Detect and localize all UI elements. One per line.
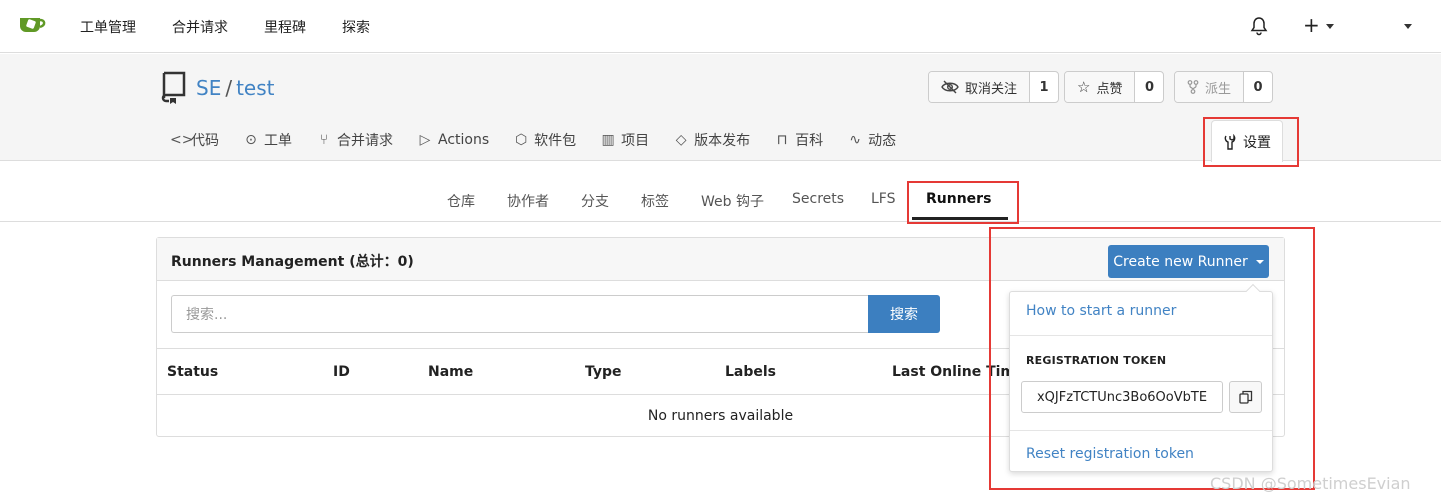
fork-icon (1187, 80, 1199, 94)
actions-icon: ▷ (419, 132, 431, 148)
project-icon: ▥ (601, 132, 615, 148)
issue-icon: ⊙ (245, 132, 257, 148)
unwatch-button-group: 取消关注 1 (928, 71, 1060, 103)
tab-label: 项目 (621, 133, 650, 149)
tab-packages[interactable]: ⬡ 软件包 (513, 130, 576, 150)
tab-label: Actions (438, 132, 490, 148)
col-id[interactable]: ID (333, 364, 350, 380)
star-label: 点赞 (1096, 81, 1123, 97)
star-button[interactable]: ☆ 点赞 (1065, 72, 1136, 102)
dropdown-highlight-box (989, 227, 1315, 490)
tab-label: 百科 (795, 133, 824, 149)
repo-tabs: <> 代码 ⊙ 工单 ⑂ 合并请求 ▷ Actions ⬡ 软件包 ▥ 项目 ◇ 版本发布 ⊓… (170, 130, 920, 150)
pulse-icon: ∿ (849, 132, 861, 148)
tab-label: 合并请求 (337, 133, 393, 149)
top-navbar: 工单管理 合并请求 里程碑 探索 + (0, 0, 1441, 53)
runners-highlight-box (907, 181, 1019, 224)
repo-title: SE / test (196, 76, 275, 100)
search-button[interactable]: 搜索 (868, 295, 940, 333)
notification-bell-icon[interactable] (1250, 16, 1268, 36)
repo-name-link[interactable]: test (236, 76, 274, 100)
tab-wiki[interactable]: ⊓ 百科 (774, 130, 823, 150)
search-input[interactable]: 搜索... (171, 295, 869, 333)
tab-label: 工单 (264, 133, 292, 149)
create-plus-icon[interactable]: + (1303, 13, 1320, 37)
col-status[interactable]: Status (167, 364, 218, 380)
subtab-collaborators[interactable]: 协作者 (507, 191, 549, 211)
book-icon: ⊓ (776, 132, 788, 148)
star-icon: ☆ (1077, 78, 1091, 96)
pull-request-icon: ⑂ (319, 132, 329, 148)
tab-label: 动态 (868, 133, 897, 149)
eye-slash-icon (941, 80, 959, 94)
tab-label: 版本发布 (694, 133, 751, 149)
watermark: CSDN @SometimesEvian (1210, 474, 1411, 493)
fork-button[interactable]: 派生 (1175, 72, 1245, 102)
fork-count[interactable]: 0 (1244, 72, 1272, 102)
tab-label: 软件包 (534, 133, 577, 149)
tab-code[interactable]: <> 代码 (170, 130, 219, 150)
col-name[interactable]: Name (428, 364, 473, 380)
star-count[interactable]: 0 (1135, 72, 1163, 102)
nav-milestones[interactable]: 里程碑 (264, 17, 306, 37)
unwatch-label: 取消关注 (965, 81, 1018, 97)
tab-projects[interactable]: ▥ 项目 (600, 130, 650, 150)
col-type[interactable]: Type (585, 364, 622, 380)
repo-owner-link[interactable]: SE (196, 76, 221, 100)
chevron-down-icon[interactable] (1326, 24, 1334, 29)
tab-releases[interactable]: ◇ 版本发布 (673, 130, 750, 150)
tab-label: 代码 (191, 133, 219, 149)
main-nav: 工单管理 合并请求 里程碑 探索 (80, 0, 406, 53)
repo-icon (161, 71, 186, 104)
subtab-lfs[interactable]: LFS (871, 191, 896, 207)
tag-icon: ◇ (675, 132, 687, 148)
unwatch-button[interactable]: 取消关注 (929, 72, 1031, 102)
tab-issues[interactable]: ⊙ 工单 (243, 130, 292, 150)
repo-title-separator: / (225, 76, 233, 100)
subtab-secrets[interactable]: Secrets (792, 191, 844, 207)
star-button-group: ☆ 点赞 0 (1064, 71, 1165, 103)
watch-count[interactable]: 1 (1030, 72, 1058, 102)
subtab-repository[interactable]: 仓库 (447, 191, 475, 211)
tab-pull-requests[interactable]: ⑂ 合并请求 (316, 130, 393, 150)
settings-highlight-box (1203, 117, 1299, 167)
tab-activity[interactable]: ∿ 动态 (847, 130, 896, 150)
subtab-tags[interactable]: 标签 (641, 191, 669, 211)
nav-issues[interactable]: 工单管理 (80, 17, 136, 37)
code-icon: <> (170, 132, 194, 148)
nav-pull-requests[interactable]: 合并请求 (172, 17, 228, 37)
fork-label: 派生 (1205, 81, 1232, 97)
tab-actions[interactable]: ▷ Actions (417, 132, 490, 148)
nav-explore[interactable]: 探索 (342, 17, 370, 37)
subtab-webhooks[interactable]: Web 钩子 (701, 191, 764, 211)
fork-button-group: 派生 0 (1174, 71, 1274, 103)
col-labels[interactable]: Labels (725, 364, 776, 380)
subtab-branches[interactable]: 分支 (581, 191, 609, 211)
user-menu-chevron-icon[interactable] (1404, 24, 1412, 29)
gitea-logo-icon[interactable] (18, 12, 48, 36)
panel-title: Runners Management (总计：0) (171, 254, 414, 270)
package-icon: ⬡ (515, 132, 528, 148)
settings-subtabs: 仓库 协作者 分支 标签 Web 钩子 Secrets LFS Runners (0, 161, 1441, 222)
